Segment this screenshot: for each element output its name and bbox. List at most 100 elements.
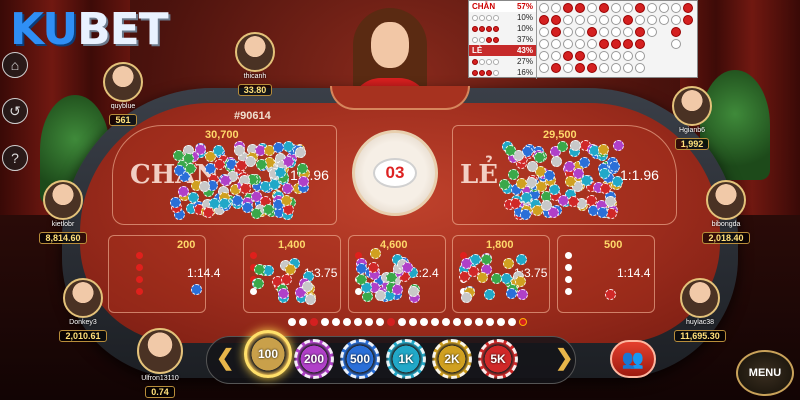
players-group-icon[interactable]: 👥 xyxy=(610,340,656,378)
odd-stat-row: 16% xyxy=(469,67,536,78)
road-cell xyxy=(551,3,561,13)
chip-100-button[interactable]: 100 xyxy=(244,330,292,378)
result-number: 03 xyxy=(373,158,417,188)
avatar xyxy=(137,328,183,374)
zone-small-bet: 4,600 xyxy=(380,239,408,251)
road-cell xyxy=(575,51,585,61)
road-cell xyxy=(563,63,573,73)
chip-5k-button[interactable]: 5K xyxy=(478,339,518,379)
placed-chip xyxy=(172,149,184,161)
player-seat[interactable]: bibongda 2,018.40 xyxy=(696,180,756,246)
player-seat[interactable]: Hgianb6 1,992 xyxy=(662,86,722,152)
avatar xyxy=(103,62,143,102)
road-cell xyxy=(611,15,621,25)
history-icon[interactable]: ↺ xyxy=(2,98,28,124)
player-seat[interactable]: thicanh 33.80 xyxy=(225,32,285,98)
chevron-left-icon[interactable]: ❮ xyxy=(216,345,234,371)
placed-chip xyxy=(251,207,263,219)
road-cell xyxy=(599,51,609,61)
zone-odd-label: LẺ xyxy=(460,160,499,190)
history-dot xyxy=(409,318,417,326)
placed-chip xyxy=(543,169,555,181)
road-cell xyxy=(587,3,597,13)
road-cell xyxy=(647,15,657,25)
history-dot xyxy=(332,318,340,326)
zone-small-bet: 1,400 xyxy=(278,239,306,251)
road-cell xyxy=(563,27,573,37)
road-cell xyxy=(563,39,573,49)
player-name: kietlobr xyxy=(51,221,75,228)
zone-dot xyxy=(565,264,572,271)
zone-small-bet: 200 xyxy=(177,239,196,251)
history-dot xyxy=(321,318,329,326)
chip-1k-button[interactable]: 1K xyxy=(386,339,426,379)
road-cell xyxy=(551,27,561,37)
zone-odd-odds: 1:1.96 xyxy=(620,167,659,183)
placed-chip xyxy=(274,167,286,179)
player-seat[interactable]: huylac38 11,695.30 xyxy=(670,278,730,344)
road-cell xyxy=(599,63,609,73)
placed-chip xyxy=(505,287,517,299)
placed-chip xyxy=(564,176,576,188)
history-dot xyxy=(387,318,395,326)
player-balance: 0.74 xyxy=(145,386,175,398)
avatar xyxy=(235,32,275,72)
chip-200-button[interactable]: 200 xyxy=(294,339,334,379)
history-dot xyxy=(508,318,516,326)
road-cell xyxy=(575,3,585,13)
road-cell xyxy=(635,15,645,25)
road-cell xyxy=(623,39,633,49)
history-dot xyxy=(299,318,307,326)
menu-button[interactable]: MENU xyxy=(736,350,794,396)
road-cell xyxy=(599,3,609,13)
player-name: Donkey3 xyxy=(69,319,97,326)
player-balance: 8,814.60 xyxy=(39,232,87,244)
placed-chip xyxy=(567,196,579,208)
placed-chip xyxy=(277,287,289,299)
placed-chip xyxy=(302,280,314,292)
road-cell xyxy=(683,3,693,13)
placed-chip xyxy=(219,197,231,209)
placed-chip xyxy=(282,155,294,167)
player-seat[interactable]: Donkey3 2,010.61 xyxy=(53,278,113,344)
road-cell xyxy=(635,39,645,49)
road-cell xyxy=(551,39,561,49)
even-stat-row: 10% xyxy=(469,12,536,23)
road-cell xyxy=(623,27,633,37)
statistics-board[interactable]: CHẴN 57% 10% 10% 37% LẺ 43% 27% 16% xyxy=(468,0,698,79)
chip-500-button[interactable]: 500 xyxy=(340,339,380,379)
history-dot xyxy=(475,318,483,326)
road-cell xyxy=(623,15,633,25)
road-cell xyxy=(587,39,597,49)
road-cell xyxy=(539,39,549,49)
even-stat-row: 37% xyxy=(469,34,536,45)
kubet-logo: KUBET xyxy=(10,4,169,55)
player-balance: 11,695.30 xyxy=(674,330,726,342)
road-cell xyxy=(575,63,585,73)
avatar xyxy=(672,86,712,126)
road-cell xyxy=(599,27,609,37)
placed-chip xyxy=(281,182,293,194)
even-stat-row: 10% xyxy=(469,23,536,34)
stats-panel: CHẴN 57% 10% 10% 37% LẺ 43% 27% 16% xyxy=(469,1,537,79)
placed-chip xyxy=(598,167,610,179)
zone-dot xyxy=(565,252,572,259)
chevron-right-icon[interactable]: ❯ xyxy=(555,345,573,371)
zone-dot xyxy=(136,252,143,259)
my-player-seat[interactable]: Ulfron13110 0.74 xyxy=(130,328,190,400)
player-seat[interactable]: kietlobr 8,814.60 xyxy=(33,180,93,246)
odd-stat-row: 27% xyxy=(469,56,536,67)
zone-even-bet: 30,700 xyxy=(205,129,239,141)
player-name: Ulfron13110 xyxy=(141,375,179,382)
player-seat[interactable]: quyblue 561 xyxy=(93,62,153,128)
player-name: quyblue xyxy=(110,103,136,110)
player-name: bibongda xyxy=(711,221,741,228)
road-cell xyxy=(563,15,573,25)
player-name: huylac38 xyxy=(685,319,715,326)
home-icon[interactable]: ⌂ xyxy=(2,52,28,78)
chip-2k-button[interactable]: 2K xyxy=(432,339,472,379)
help-icon[interactable]: ? xyxy=(2,145,28,171)
history-dot xyxy=(420,318,428,326)
placed-chip xyxy=(391,284,403,296)
zone-small-bet: 500 xyxy=(604,239,623,251)
